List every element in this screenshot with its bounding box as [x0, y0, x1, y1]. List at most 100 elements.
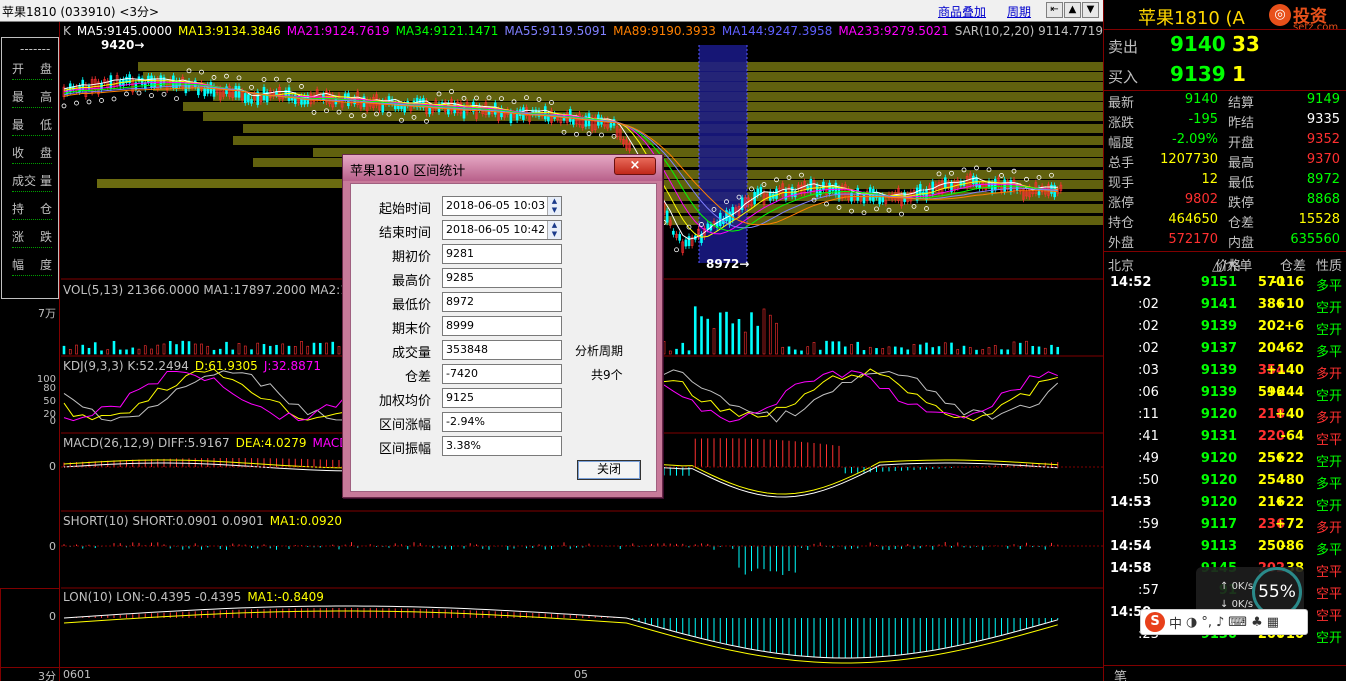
close-button[interactable]: 关闭	[577, 460, 641, 480]
volume-bar	[925, 342, 928, 355]
legend-row: 持仓	[12, 200, 52, 220]
overlay-commodity-link[interactable]: 商品叠加	[938, 3, 986, 20]
volume-bar	[118, 349, 122, 355]
dialog-titlebar[interactable]: 苹果1810 区间统计 ×	[343, 155, 662, 181]
stat-value: 464650	[1168, 212, 1218, 227]
legend-label-a: 涨	[12, 230, 25, 244]
volume-bar	[900, 347, 903, 355]
volume-profile-bar	[243, 124, 1103, 133]
skin-icon[interactable]: ♣	[1251, 615, 1263, 630]
legend-label-b: 高	[39, 90, 52, 104]
ticks-footer-line	[1104, 665, 1346, 666]
stat-label: 幅度	[1108, 136, 1135, 151]
volume-bar	[93, 342, 97, 355]
ma-value: K	[63, 24, 71, 38]
dialog-title: 苹果1810 区间统计	[350, 164, 466, 179]
readonly-field[interactable]: 3.38%	[442, 436, 562, 456]
spinner[interactable]: ▲ ▼	[547, 197, 561, 215]
tick-time: :50	[1138, 473, 1159, 488]
candle-body	[918, 184, 922, 196]
tick-price: 9139	[1200, 385, 1237, 400]
legend-row: 成交量	[12, 172, 52, 192]
spin-down-icon[interactable]: ▼	[548, 230, 561, 239]
analysis-period-label: 分析周期	[575, 344, 624, 358]
field-value: 9281	[446, 247, 474, 260]
volume-bar	[731, 323, 735, 355]
stat-label: 开盘	[1228, 136, 1255, 151]
ohlc-legend: ------- 开盘最高最低收盘成交量持仓涨跌幅度	[1, 37, 59, 299]
field-value: 8999	[446, 319, 474, 332]
field-value: -2.94%	[446, 415, 485, 428]
bid-ask-box: 卖出 9140 33 买入 9139 1	[1104, 29, 1346, 91]
stat-label: 最高	[1228, 156, 1255, 171]
stat-value: 9802	[1184, 192, 1218, 207]
keyboard-icon[interactable]: ⌨	[1228, 615, 1247, 630]
datetime-picker[interactable]: 2018-06-05 10:03 ▲ ▼	[442, 196, 562, 216]
sogou-icon[interactable]: S	[1145, 612, 1165, 632]
readonly-field[interactable]: 9281	[442, 244, 562, 264]
period-link[interactable]: 周期	[1007, 3, 1031, 20]
volume-bar	[812, 342, 816, 355]
chart-title: 苹果1810 (033910) <3分>	[2, 5, 160, 19]
volume-bar	[306, 345, 310, 355]
sar-dot	[61, 103, 67, 109]
spin-up-icon[interactable]: ▲	[548, 197, 561, 206]
macd-value: MACD(26,12,9) DIFF:5.9167	[63, 436, 230, 450]
volume-bar	[106, 349, 110, 355]
readonly-field[interactable]: -7420	[442, 364, 562, 384]
kdj-tick-50: 50	[43, 396, 56, 407]
mic-icon[interactable]: ♪	[1216, 615, 1224, 630]
volume-bar	[1000, 349, 1003, 355]
volume-bar	[143, 345, 147, 355]
volume-bar	[787, 346, 791, 355]
volume-bar	[912, 344, 916, 355]
candle-body	[687, 236, 691, 246]
readonly-field[interactable]: 9125	[442, 388, 562, 408]
candle-body	[397, 103, 400, 109]
ask-label: 卖出	[1108, 38, 1139, 56]
volume-profile-bar	[233, 136, 1103, 145]
stat-label: 最低	[1228, 176, 1255, 191]
kdj-value: D:61.9305	[194, 359, 258, 373]
volume-bar	[1018, 342, 1022, 355]
spin-down-icon[interactable]: ▼	[548, 206, 561, 215]
volume-bar	[331, 341, 335, 355]
expand-left-icon[interactable]: ⇤	[1046, 2, 1063, 18]
volume-bar	[337, 346, 341, 355]
stat-value: 8972	[1306, 172, 1340, 187]
tick-nature: 空平	[1316, 609, 1343, 624]
readonly-field[interactable]: 8999	[442, 316, 562, 336]
arrow-up-icon[interactable]: ▲	[1064, 2, 1081, 18]
readonly-field[interactable]: 8972	[442, 292, 562, 312]
dialog-close-icon[interactable]: ×	[614, 157, 656, 175]
legend-row: 最高	[12, 88, 52, 108]
readonly-field[interactable]: -2.94%	[442, 412, 562, 432]
readonly-field[interactable]: 9285	[442, 268, 562, 288]
tick-nature: 空开	[1316, 389, 1343, 404]
readonly-field[interactable]: 353848	[442, 340, 562, 360]
spinner[interactable]: ▲ ▼	[547, 221, 561, 239]
ime-lang[interactable]: 中	[1169, 613, 1182, 632]
candle-body	[775, 188, 778, 199]
volume-bar	[131, 347, 135, 355]
moon-icon[interactable]: ◑	[1186, 615, 1197, 630]
time-axis: 3分 0601 05	[0, 667, 1103, 681]
tick-oi-change: -116	[1271, 275, 1304, 290]
legend-label-b: 盘	[39, 62, 52, 76]
candle-body	[247, 94, 250, 103]
volume-bar	[943, 342, 947, 355]
legend-label-a: 幅	[12, 258, 25, 272]
datetime-picker[interactable]: 2018-06-05 10:42 ▲ ▼	[442, 220, 562, 240]
volume-profile-bar	[138, 62, 1103, 71]
upload-rate: ↑ 0K/s	[1220, 581, 1254, 592]
spin-up-icon[interactable]: ▲	[548, 221, 561, 230]
volume-bar	[950, 342, 953, 355]
ime-toolbar[interactable]: S 中 ◑ °, ♪ ⌨ ♣ ▦	[1140, 609, 1308, 635]
arrow-down-icon[interactable]: ▼	[1082, 2, 1099, 18]
punct-icon[interactable]: °,	[1201, 615, 1212, 630]
volume-bar	[150, 348, 153, 355]
kdj-value: J:32.8871	[263, 359, 322, 373]
grid-icon[interactable]: ▦	[1267, 615, 1279, 630]
sar-dot	[86, 99, 92, 105]
tick-time: 14:58	[1110, 561, 1152, 576]
